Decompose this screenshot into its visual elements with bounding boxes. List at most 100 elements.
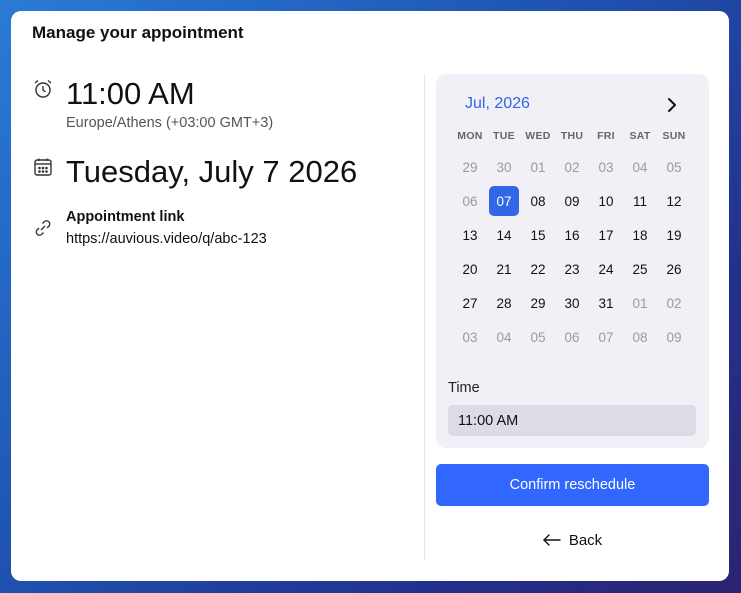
- calendar-day[interactable]: 12: [657, 184, 691, 218]
- calendar-day[interactable]: 26: [657, 252, 691, 286]
- calendar-day-label: 14: [496, 227, 512, 243]
- time-row: 11:00 AM Europe/Athens (+03:00 GMT+3): [32, 78, 273, 131]
- calendar-day-label: 01: [530, 159, 546, 175]
- calendar-day-label: 07: [598, 329, 614, 345]
- weekday-header: SUN: [662, 130, 686, 142]
- calendar-day-label: 04: [496, 329, 512, 345]
- confirm-reschedule-button[interactable]: Confirm reschedule: [436, 464, 709, 506]
- calendar-day[interactable]: 28: [487, 286, 521, 320]
- calendar-day[interactable]: 09: [555, 184, 589, 218]
- link-row: Appointment link https://auvious.video/q…: [32, 209, 267, 247]
- calendar-day-selected[interactable]: 07: [487, 184, 521, 218]
- calendar-day-label: 03: [598, 159, 614, 175]
- calendar-day[interactable]: 20: [453, 252, 487, 286]
- calendar-day[interactable]: 07: [589, 320, 623, 354]
- calendar-day-label: 19: [666, 227, 682, 243]
- time-select[interactable]: 11:00 AM: [448, 405, 696, 436]
- appointment-time: 11:00 AM: [66, 76, 195, 111]
- calendar-day-label: 29: [530, 295, 546, 311]
- calendar-day-label: 01: [632, 295, 648, 311]
- weekday-header: MON: [457, 130, 483, 142]
- calendar-day-label: 22: [530, 261, 546, 277]
- calendar-day[interactable]: 06: [453, 184, 487, 218]
- calendar-day-label: 02: [666, 295, 682, 311]
- calendar-day[interactable]: 06: [555, 320, 589, 354]
- calendar-day[interactable]: 18: [623, 218, 657, 252]
- calendar-day[interactable]: 09: [657, 320, 691, 354]
- calendar-day-label: 26: [666, 261, 682, 277]
- calendar-day[interactable]: 05: [521, 320, 555, 354]
- calendar-day-label: 02: [564, 159, 580, 175]
- calendar-day-label: 30: [564, 295, 580, 311]
- calendar-day[interactable]: 05: [657, 150, 691, 184]
- calendar-day[interactable]: 10: [589, 184, 623, 218]
- calendar-panel: Jul, 2026 MON TUE WED THU FRI SAT SUN 29 30 01 02 0…: [436, 74, 709, 448]
- arrow-left-icon: [543, 534, 561, 546]
- calendar-day[interactable]: 15: [521, 218, 555, 252]
- calendar-day-label: 28: [496, 295, 512, 311]
- calendar-day[interactable]: 11: [623, 184, 657, 218]
- next-month-button[interactable]: [662, 94, 682, 116]
- calendar-day-label: 30: [496, 159, 512, 175]
- calendar-day[interactable]: 01: [521, 150, 555, 184]
- calendar-day-label: 24: [598, 261, 614, 277]
- calendar-day[interactable]: 25: [623, 252, 657, 286]
- calendar-day[interactable]: 19: [657, 218, 691, 252]
- calendar-grid: MON TUE WED THU FRI SAT SUN 29 30 01 02 03 04 05 06 07 0…: [453, 130, 693, 354]
- divider: [424, 74, 425, 560]
- calendar-day[interactable]: 16: [555, 218, 589, 252]
- calendar-day[interactable]: 30: [555, 286, 589, 320]
- calendar-day[interactable]: 04: [487, 320, 521, 354]
- weekday-header: THU: [560, 130, 584, 142]
- calendar-day-label: 09: [564, 193, 580, 209]
- time-label: Time: [448, 380, 480, 396]
- calendar-day[interactable]: 13: [453, 218, 487, 252]
- calendar-day-label: 05: [530, 329, 546, 345]
- alarm-clock-icon: [32, 78, 54, 100]
- calendar-day-label: 20: [462, 261, 478, 277]
- appointment-link[interactable]: https://auvious.video/q/abc-123: [66, 231, 267, 247]
- calendar-day[interactable]: 27: [453, 286, 487, 320]
- calendar-day[interactable]: 31: [589, 286, 623, 320]
- weekday-header: WED: [525, 130, 551, 142]
- calendar-day-label: 08: [632, 329, 648, 345]
- calendar-day-label: 23: [564, 261, 580, 277]
- calendar-month-label[interactable]: Jul, 2026: [465, 95, 530, 113]
- calendar-day-label: 03: [462, 329, 478, 345]
- calendar-day-label: 09: [666, 329, 682, 345]
- calendar-day-label: 04: [632, 159, 648, 175]
- calendar-day[interactable]: 29: [521, 286, 555, 320]
- calendar-day-label: 12: [666, 193, 682, 209]
- calendar-day-label: 06: [564, 329, 580, 345]
- back-button[interactable]: Back: [436, 526, 709, 554]
- calendar-day[interactable]: 01: [623, 286, 657, 320]
- calendar-day[interactable]: 03: [589, 150, 623, 184]
- calendar-day-label: 06: [462, 193, 478, 209]
- calendar-day[interactable]: 24: [589, 252, 623, 286]
- calendar-day[interactable]: 23: [555, 252, 589, 286]
- calendar-day-label: 07: [489, 186, 519, 216]
- calendar-day[interactable]: 02: [657, 286, 691, 320]
- calendar-day[interactable]: 21: [487, 252, 521, 286]
- calendar-day-label: 27: [462, 295, 478, 311]
- calendar-day[interactable]: 17: [589, 218, 623, 252]
- calendar-day-label: 13: [462, 227, 478, 243]
- calendar-day[interactable]: 30: [487, 150, 521, 184]
- calendar-day[interactable]: 03: [453, 320, 487, 354]
- calendar-day[interactable]: 08: [623, 320, 657, 354]
- weekday-header: TUE: [493, 130, 515, 142]
- calendar-day-label: 05: [666, 159, 682, 175]
- calendar-day[interactable]: 08: [521, 184, 555, 218]
- calendar-day[interactable]: 14: [487, 218, 521, 252]
- appointment-date: Tuesday, July 7 2026: [66, 154, 358, 189]
- back-label: Back: [568, 531, 603, 549]
- link-label: Appointment link: [66, 209, 185, 225]
- calendar-day[interactable]: 04: [623, 150, 657, 184]
- page-title: Manage your appointment: [32, 23, 244, 42]
- calendar-day[interactable]: 29: [453, 150, 487, 184]
- calendar-day[interactable]: 22: [521, 252, 555, 286]
- calendar-day-label: 25: [632, 261, 648, 277]
- calendar-day-label: 11: [632, 193, 647, 209]
- calendar-day-label: 08: [530, 193, 546, 209]
- calendar-day[interactable]: 02: [555, 150, 589, 184]
